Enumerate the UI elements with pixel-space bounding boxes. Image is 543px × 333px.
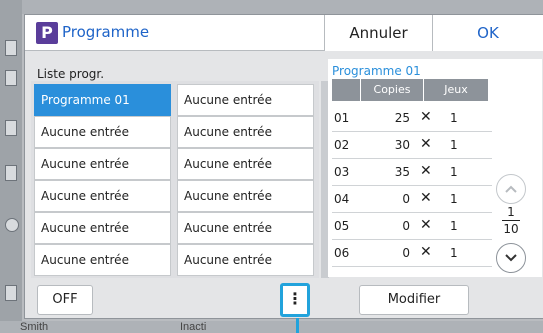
row-number: 06 xyxy=(334,246,350,260)
row-number: 05 xyxy=(334,219,350,233)
row-sets: 1 xyxy=(450,111,458,125)
program-list-item[interactable]: Aucune entrée xyxy=(177,148,314,180)
program-list-item[interactable]: Aucune entrée xyxy=(34,148,171,180)
program-list: Programme 01 Aucune entrée Aucune entrée… xyxy=(31,81,319,278)
multiply-icon: ✕ xyxy=(420,217,432,233)
program-list-item[interactable]: Aucune entrée xyxy=(34,244,171,276)
program-list-item[interactable]: Aucune entrée xyxy=(34,212,171,244)
row-sets: 1 xyxy=(450,219,458,233)
fraction-bar xyxy=(502,220,520,221)
programme-app-icon: P xyxy=(36,22,58,44)
document-icon xyxy=(5,120,17,136)
row-copies: 35 xyxy=(394,165,410,179)
table-row: 03 35 ✕ 1 xyxy=(332,159,492,186)
modify-button[interactable]: Modifier xyxy=(359,285,469,315)
column-header-number xyxy=(332,79,360,101)
page-indicator: 1 10 xyxy=(497,205,525,236)
table-row: 02 30 ✕ 1 xyxy=(332,132,492,159)
background-top-bar xyxy=(0,0,543,14)
document-icon xyxy=(5,70,17,86)
programme-dialog: P Programme Annuler OK Liste progr. Prog… xyxy=(24,14,543,319)
table-row: 04 0 ✕ 1 xyxy=(332,186,492,213)
multiply-icon: ✕ xyxy=(420,163,432,179)
program-list-item[interactable]: Aucune entrée xyxy=(177,84,314,116)
program-list-item[interactable]: Aucune entrée xyxy=(34,116,171,148)
multiply-icon: ✕ xyxy=(420,136,432,152)
column-header-sets: Jeux xyxy=(424,79,488,101)
program-list-item[interactable]: Aucune entrée xyxy=(34,180,171,212)
program-list-item[interactable]: Aucune entrée xyxy=(177,116,314,148)
off-button[interactable]: OFF xyxy=(37,285,93,315)
table-row: 06 0 ✕ 1 xyxy=(332,240,492,267)
page-current: 1 xyxy=(507,205,515,219)
detail-title: Programme 01 xyxy=(332,64,421,78)
chevron-down-icon xyxy=(505,254,517,262)
row-copies: 25 xyxy=(394,111,410,125)
multiply-icon: ✕ xyxy=(420,109,432,125)
column-header-copies: Copies xyxy=(361,79,423,101)
dialog-title: Programme xyxy=(62,23,150,41)
dialog-title-bar: P Programme Annuler OK xyxy=(25,15,543,51)
program-list-item[interactable]: Programme 01 xyxy=(34,84,171,116)
row-sets: 1 xyxy=(450,192,458,206)
program-list-label: Liste progr. xyxy=(37,67,105,81)
table-row: 05 0 ✕ 1 xyxy=(332,213,492,240)
row-number: 02 xyxy=(334,138,350,152)
status-text: Inacti xyxy=(180,321,207,333)
multiply-icon: ✕ xyxy=(420,190,432,206)
page-up-button[interactable] xyxy=(496,174,526,204)
row-copies: 30 xyxy=(394,138,410,152)
row-sets: 1 xyxy=(450,246,458,260)
user-name: Smith xyxy=(20,321,49,333)
row-sets: 1 xyxy=(450,165,458,179)
row-number: 03 xyxy=(334,165,350,179)
row-copies: 0 xyxy=(402,246,410,260)
row-sets: 1 xyxy=(450,138,458,152)
program-list-item[interactable]: Aucune entrée xyxy=(177,244,314,276)
background-sidebar xyxy=(0,0,22,333)
wrench-icon xyxy=(5,285,17,301)
callout-line xyxy=(296,318,299,333)
document-icon xyxy=(5,40,17,56)
row-copies: 0 xyxy=(402,192,410,206)
check-icon xyxy=(5,218,19,232)
row-number: 01 xyxy=(334,111,350,125)
page-total: 10 xyxy=(503,222,519,236)
program-list-item[interactable]: Aucune entrée xyxy=(177,180,314,212)
row-copies: 0 xyxy=(402,219,410,233)
document-icon xyxy=(5,165,17,181)
multiply-icon: ✕ xyxy=(420,244,432,260)
chevron-up-icon xyxy=(505,185,517,193)
more-options-button[interactable]: ⋮ xyxy=(280,283,310,317)
cancel-button[interactable]: Annuler xyxy=(324,15,432,51)
background-status-bar: Smith Inacti xyxy=(0,321,543,333)
row-number: 04 xyxy=(334,192,350,206)
program-list-item[interactable]: Aucune entrée xyxy=(177,212,314,244)
ok-button[interactable]: OK xyxy=(432,15,543,51)
table-row: 01 25 ✕ 1 xyxy=(332,105,492,132)
page-down-button[interactable] xyxy=(496,243,526,273)
